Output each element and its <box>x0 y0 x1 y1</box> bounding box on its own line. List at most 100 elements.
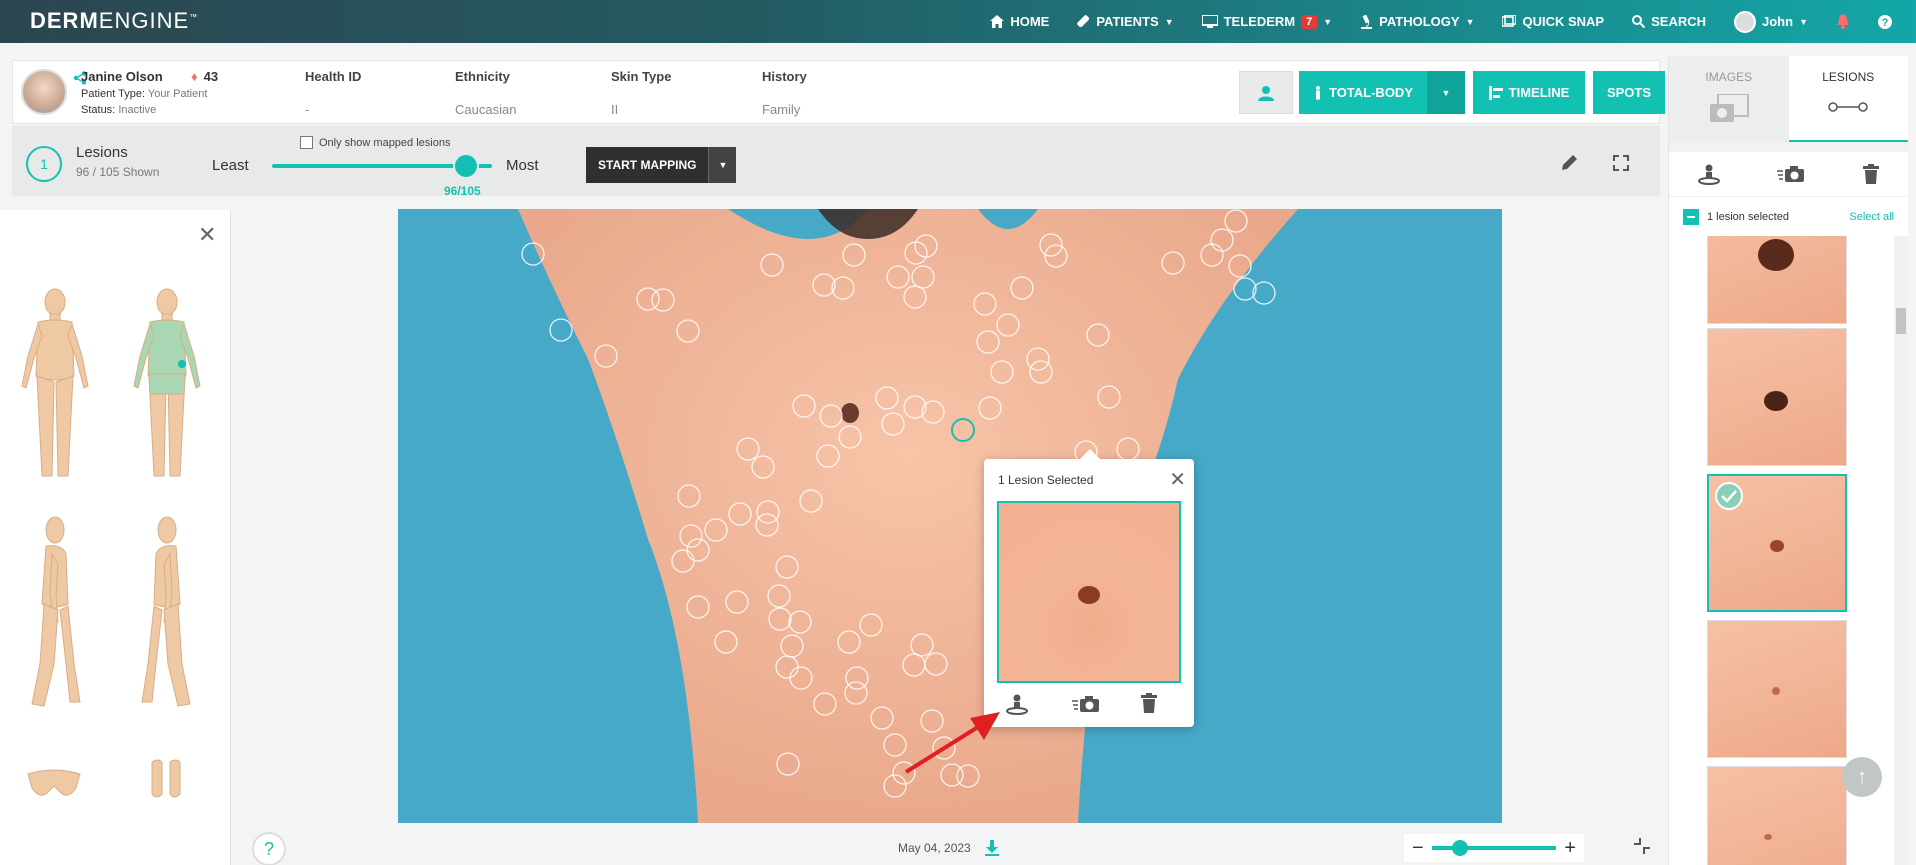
lesion-marker[interactable] <box>725 590 749 614</box>
delete-icon[interactable] <box>1862 164 1880 184</box>
checkbox-box[interactable] <box>300 136 313 149</box>
lesion-marker[interactable] <box>751 455 775 479</box>
lesion-marker[interactable] <box>910 633 934 657</box>
zoom-slider-thumb[interactable] <box>1451 840 1468 856</box>
lesion-marker[interactable] <box>755 513 779 537</box>
lesion-marker[interactable] <box>903 285 927 309</box>
lesion-marker[interactable] <box>756 500 780 524</box>
map-to-body-icon[interactable] <box>1697 163 1720 185</box>
nav-telederm[interactable]: TELEDERM 7 ▼ <box>1188 0 1347 43</box>
lesion-marker[interactable] <box>1210 228 1234 252</box>
lesion-marker[interactable] <box>831 276 855 300</box>
spots-button[interactable]: SPOTS <box>1593 71 1665 114</box>
lesion-marker[interactable] <box>788 610 812 634</box>
lesion-marker[interactable] <box>1116 437 1140 461</box>
lesion-thumbnail[interactable] <box>1707 236 1847 324</box>
fullscreen-icon[interactable] <box>1610 152 1632 174</box>
nav-user-menu[interactable]: John ▼ <box>1720 0 1822 43</box>
lesion-marker[interactable] <box>816 444 840 468</box>
lesion-marker-selected[interactable] <box>951 418 975 442</box>
lesion-marker[interactable] <box>1097 385 1121 409</box>
only-mapped-checkbox[interactable]: Only show mapped lesions <box>300 136 450 149</box>
lesion-marker[interactable] <box>594 344 618 368</box>
lesion-marker[interactable] <box>924 652 948 676</box>
lesion-marker[interactable] <box>1026 347 1050 371</box>
body-right-side-view[interactable] <box>122 514 212 714</box>
lesion-marker[interactable] <box>775 655 799 679</box>
camera-icon[interactable] <box>1072 693 1100 715</box>
close-icon[interactable]: ✕ <box>1169 467 1186 492</box>
lesion-closeup-image[interactable] <box>997 501 1181 683</box>
lesion-marker[interactable] <box>1200 243 1224 267</box>
lesion-marker[interactable] <box>973 292 997 316</box>
pencil-icon[interactable] <box>1558 152 1580 174</box>
lesion-marker[interactable] <box>819 404 843 428</box>
zoom-in-icon[interactable]: + <box>1564 837 1576 860</box>
total-body-button[interactable]: TOTAL-BODY <box>1299 71 1427 114</box>
lesion-marker[interactable] <box>842 243 866 267</box>
scroll-top-button[interactable]: ↑ <box>1842 757 1882 797</box>
thumbnails-scrollbar[interactable] <box>1894 236 1908 865</box>
body-front-view[interactable] <box>10 286 100 486</box>
notifications-bell[interactable] <box>1822 0 1864 43</box>
lesion-marker[interactable] <box>911 265 935 289</box>
deselect-checkbox[interactable] <box>1683 208 1699 225</box>
lesion-marker[interactable] <box>1086 323 1110 347</box>
lesion-marker[interactable] <box>859 613 883 637</box>
lesion-marker[interactable] <box>886 265 910 289</box>
lesion-marker[interactable] <box>837 630 861 654</box>
lesion-thumbnail-selected[interactable] <box>1707 474 1847 612</box>
lesion-marker[interactable] <box>776 752 800 776</box>
feet-top-view[interactable] <box>24 766 84 806</box>
lesion-marker[interactable] <box>1252 281 1276 305</box>
zoom-slider[interactable] <box>1431 840 1557 856</box>
lesion-marker[interactable] <box>904 241 928 265</box>
lesion-marker[interactable] <box>1029 360 1053 384</box>
lesion-marker[interactable] <box>549 318 573 342</box>
nav-quick-snap[interactable]: QUICK SNAP <box>1488 0 1618 43</box>
lesion-marker[interactable] <box>799 489 823 513</box>
timeline-button[interactable]: TIMELINE <box>1473 71 1585 114</box>
lesion-marker[interactable] <box>914 234 938 258</box>
lesion-marker[interactable] <box>686 538 710 562</box>
lesion-marker[interactable] <box>838 425 862 449</box>
dermengine-logo[interactable]: DERMENGINE™ <box>30 8 198 34</box>
lesion-thumbnail[interactable] <box>1707 620 1847 758</box>
lesion-marker[interactable] <box>875 386 899 410</box>
lesion-marker[interactable] <box>780 634 804 658</box>
lesion-marker[interactable] <box>728 502 752 526</box>
lesion-marker[interactable] <box>686 595 710 619</box>
nav-patients[interactable]: PATIENTS ▼ <box>1063 0 1187 43</box>
lesion-marker[interactable] <box>736 437 760 461</box>
download-icon[interactable] <box>984 840 999 856</box>
lesion-marker[interactable] <box>881 412 905 436</box>
tab-lesions[interactable]: LESIONS <box>1788 56 1908 142</box>
lesion-marker[interactable] <box>870 706 894 730</box>
lesion-marker[interactable] <box>813 692 837 716</box>
total-body-dropdown[interactable]: ▼ <box>1427 71 1465 114</box>
zoom-out-icon[interactable]: − <box>1412 837 1424 860</box>
nav-search[interactable]: SEARCH <box>1618 0 1720 43</box>
scrollbar-thumb[interactable] <box>1896 308 1906 334</box>
lesion-marker[interactable] <box>1010 276 1034 300</box>
lesion-marker[interactable] <box>704 518 728 542</box>
lesion-marker[interactable] <box>677 484 701 508</box>
camera-icon[interactable] <box>1776 163 1805 185</box>
lesion-marker[interactable] <box>767 584 791 608</box>
nav-pathology[interactable]: PATHOLOGY ▼ <box>1346 0 1488 43</box>
lesion-marker[interactable] <box>812 273 836 297</box>
lesion-marker[interactable] <box>792 394 816 418</box>
start-mapping-dropdown[interactable]: ▼ <box>708 147 737 183</box>
lesion-marker[interactable] <box>990 360 1014 384</box>
lesion-marker[interactable] <box>1161 251 1185 275</box>
lesion-marker[interactable] <box>1228 254 1252 278</box>
help-button[interactable]: ? <box>252 832 286 865</box>
lesion-marker[interactable] <box>714 630 738 654</box>
delete-icon[interactable] <box>1140 693 1158 713</box>
lesion-marker[interactable] <box>978 396 1002 420</box>
lesion-marker[interactable] <box>679 524 703 548</box>
hands-view[interactable] <box>148 758 184 800</box>
lesion-marker[interactable] <box>775 555 799 579</box>
lesion-marker[interactable] <box>844 681 868 705</box>
select-all-link[interactable]: Select all <box>1849 211 1894 223</box>
